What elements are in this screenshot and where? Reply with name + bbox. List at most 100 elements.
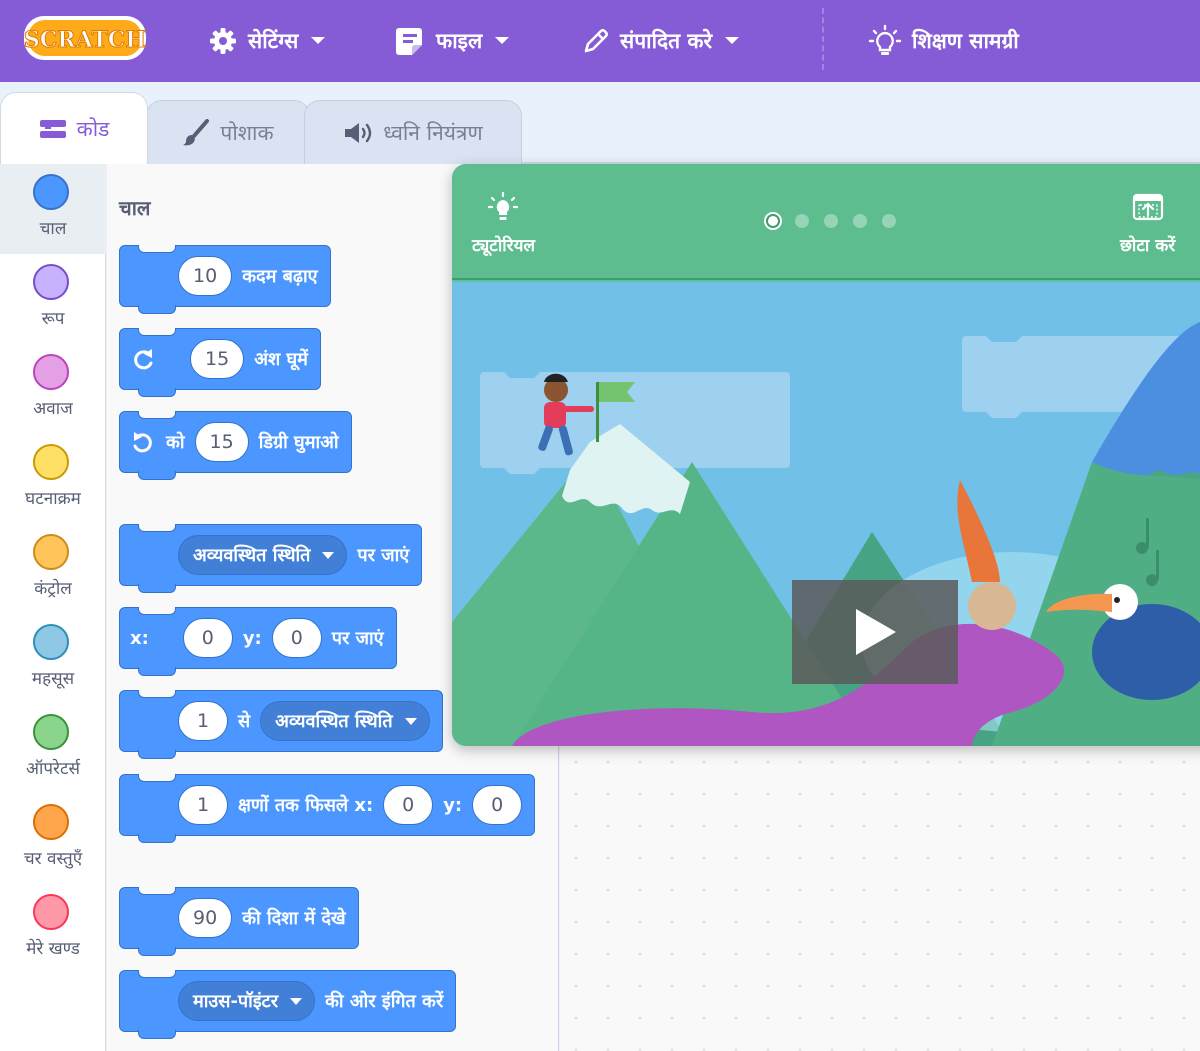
settings-menu[interactable]: सेटिंग्स [208,0,326,82]
tab-code-label: कोड [76,116,110,141]
edit-label: संपादित करे [620,29,713,53]
chevron-down-icon [311,37,326,44]
page-dot[interactable] [766,214,780,228]
tutorial-video[interactable] [452,282,1200,746]
play-button[interactable] [792,580,958,684]
scratch-logo[interactable]: SCRATCH [22,14,148,62]
page-dot[interactable] [853,214,867,228]
shrink-label: छोटा करें [1120,236,1176,256]
lightbulb-icon [488,191,519,220]
tab-sounds[interactable]: ध्वनि नियंत्रण [304,100,522,164]
block-go-to-xy[interactable]: x: 0 y: 0 पर जाएं [119,607,397,676]
block-text: से [238,711,251,732]
logo-text: SCRATCH [24,27,146,53]
category-label: रूप [41,309,65,329]
seconds-input[interactable]: 1 [178,701,228,741]
category-label: महसूस [31,669,75,689]
dropdown-value: अव्यवस्थित स्थिति [193,545,311,566]
tab-costumes-label: पोशाक [220,120,274,145]
menu-divider [822,8,824,70]
x-label: x: [130,627,149,649]
page-dot[interactable] [824,214,838,228]
category-dot [33,714,69,750]
y-input[interactable]: 0 [271,618,322,658]
target-dropdown[interactable]: अव्यवस्थित स्थिति [178,535,348,575]
seconds-input[interactable]: 1 [178,785,228,825]
block-text: पर जाएं [331,628,384,649]
block-text: डिग्री घुमाओ [258,432,339,453]
category-control[interactable]: कंट्रोल [0,524,106,614]
target-dropdown[interactable]: माउस-पॉइंटर [178,981,316,1021]
target-dropdown[interactable]: अव्यवस्थित स्थिति [260,701,430,741]
category-sensing[interactable]: महसूस [0,614,106,704]
degrees-input[interactable]: 15 [190,339,245,379]
chevron-down-icon [725,37,740,44]
block-text: की ओर इंगित करें [325,991,444,1012]
tutorials-menu[interactable]: शिक्षण सामग्री [868,0,1019,82]
code-icon [39,119,66,138]
block-turn-left[interactable]: को 15 डिग्री घुमाओ [119,411,352,480]
category-my-blocks[interactable]: मेरे खण्ड [0,884,106,974]
rotate-right-icon [134,349,153,370]
edit-menu[interactable]: संपादित करे [582,0,740,82]
y-label: y: [443,794,463,816]
category-sound[interactable]: अवाज [0,344,106,434]
degrees-input[interactable]: 15 [194,422,249,462]
tutorials-label: शिक्षण सामग्री [912,29,1019,53]
category-operators[interactable]: ऑपरेटर्स [0,704,106,794]
file-label: फाइल [436,29,483,53]
y-label: y: [242,627,262,649]
category-events[interactable]: घटनाक्रम [0,434,106,524]
file-menu[interactable]: फाइल [396,0,510,82]
tutorial-header: ट्यूटोरियल छोटा करें [452,164,1200,280]
category-label: मेरे खण्ड [26,939,80,959]
block-text: की दिशा में देखे [242,908,346,929]
dropdown-arrow-icon [404,717,417,725]
block-text: क्षणों तक फिसले x: [238,795,374,816]
tutorial-card: ट्यूटोरियल छोटा करें [452,164,1200,746]
shrink-button[interactable]: छोटा करें [1120,192,1175,256]
page-dots [766,214,911,228]
direction-input[interactable]: 90 [178,898,233,938]
tutorial-button[interactable]: ट्यूटोरियल [472,191,535,256]
category-variables[interactable]: चर वस्तुएँ [0,794,106,884]
tab-costumes[interactable]: पोशाक [146,100,310,164]
block-go-to[interactable]: अव्यवस्थित स्थिति पर जाएं [119,524,423,593]
tab-code[interactable]: कोड [0,92,148,164]
block-text: पर जाएं [357,545,410,566]
x-input[interactable]: 0 [182,618,233,658]
block-glide-xy[interactable]: 1 क्षणों तक फिसले x: 0 y: 0 [119,774,536,843]
block-point-direction[interactable]: 90 की दिशा में देखे [119,887,359,956]
y-input[interactable]: 0 [472,785,523,825]
play-icon [856,609,896,655]
steps-input[interactable]: 10 [178,256,233,296]
category-label: चाल [39,219,67,239]
dropdown-value: अव्यवस्थित स्थिति [275,711,393,732]
palette-heading: चाल [119,196,151,220]
category-label: अवाज [33,399,73,419]
block-text: कदम बढ़ाए [242,266,318,287]
category-label: घटनाक्रम [25,489,81,509]
block-move-steps[interactable]: 10 कदम बढ़ाए [119,245,331,314]
category-looks[interactable]: रूप [0,254,106,344]
page-dot[interactable] [882,214,896,228]
category-dot [33,264,69,300]
dropdown-value: माउस-पॉइंटर [193,991,279,1012]
category-label: ऑपरेटर्स [25,759,81,779]
gear-icon [210,28,236,54]
category-menu: चाल रूप अवाज घटनाक्रम कंट्रोल महसूस ऑपरे… [0,164,106,1051]
chevron-down-icon [495,37,510,44]
tab-sounds-label: ध्वनि नियंत्रण [383,120,483,145]
block-text: अंश घूमें [254,349,308,370]
block-glide-to[interactable]: 1 से अव्यवस्थित स्थिति [119,690,443,759]
x-input[interactable]: 0 [383,785,434,825]
file-icon [396,28,422,55]
block-point-towards[interactable]: माउस-पॉइंटर की ओर इंगित करें [119,970,457,1039]
category-motion[interactable]: चाल [0,164,106,254]
script-area[interactable] [560,746,1200,1051]
block-turn-right[interactable]: 15 अंश घूमें [119,328,321,397]
page-dot[interactable] [795,214,809,228]
category-dot [33,444,69,480]
category-dot [33,894,69,930]
category-dot [33,354,69,390]
